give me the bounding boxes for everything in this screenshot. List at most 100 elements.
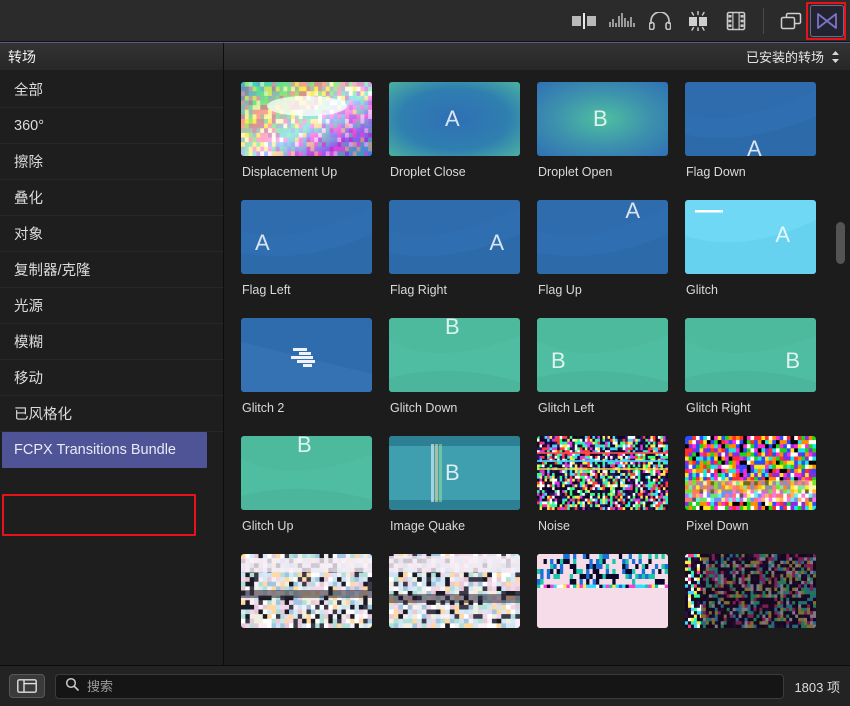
sidebar-item-1[interactable]: 360° bbox=[0, 108, 223, 144]
transition-thumbnail[interactable]: A bbox=[389, 200, 520, 274]
sidebar-item-8[interactable]: 移动 bbox=[0, 360, 223, 396]
sidebar-item-selected[interactable]: FCPX Transitions Bundle bbox=[2, 432, 207, 468]
transition-thumbnail[interactable]: B bbox=[685, 318, 816, 392]
transition-label bbox=[537, 628, 668, 658]
transition-label: Displacement Up bbox=[242, 165, 338, 179]
thumbnail-overlay-letter: A bbox=[775, 222, 790, 247]
transition-item[interactable]: B Glitch Left bbox=[537, 318, 668, 436]
transition-thumbnail[interactable] bbox=[389, 554, 520, 628]
content-header: 已安装的转场 bbox=[224, 43, 850, 70]
transition-thumbnail[interactable]: B bbox=[537, 318, 668, 392]
transition-item[interactable]: Displacement Up bbox=[241, 82, 372, 200]
transition-item[interactable]: B Glitch Down bbox=[389, 318, 520, 436]
top-toolbar bbox=[0, 0, 850, 42]
headphones-icon[interactable] bbox=[641, 6, 679, 36]
vertical-scrollbar[interactable] bbox=[834, 70, 847, 665]
transition-item[interactable]: A Flag Down bbox=[685, 82, 816, 200]
transition-thumbnail[interactable]: A bbox=[537, 200, 668, 274]
transition-item[interactable]: A Flag Up bbox=[537, 200, 668, 318]
audio-meters-icon[interactable] bbox=[603, 6, 641, 36]
transitions-browser-window: 转场 已安装的转场 全部 360° 擦除叠化对象 复制器/克隆光源模糊移动已风格化 FC… bbox=[0, 0, 850, 706]
transition-thumbnail[interactable]: A bbox=[389, 82, 520, 156]
transition-thumbnail[interactable]: B bbox=[537, 82, 668, 156]
sidebar-item-9[interactable]: 已风格化 bbox=[0, 396, 223, 432]
thumbnail-overlay-letter: A bbox=[255, 230, 270, 255]
titles-generators-icon[interactable] bbox=[679, 6, 717, 36]
thumbnail-overlay-letter: A bbox=[747, 136, 762, 156]
transition-item[interactable]: A Glitch bbox=[685, 200, 816, 318]
transition-item[interactable]: B Glitch Up bbox=[241, 436, 372, 554]
transition-label: Flag Down bbox=[686, 165, 746, 179]
sidebar-item-label: 移动 bbox=[14, 371, 43, 387]
thumbnail-overlay-letter: B bbox=[593, 106, 608, 131]
browser-body: 全部 360° 擦除叠化对象 复制器/克隆光源模糊移动已风格化 FCPX Transit… bbox=[0, 70, 850, 665]
transition-item[interactable] bbox=[389, 554, 520, 658]
transition-thumbnail[interactable]: B bbox=[389, 436, 520, 510]
transition-thumbnail[interactable]: B bbox=[389, 318, 520, 392]
sidebar-item-6[interactable]: 光源 bbox=[0, 288, 223, 324]
transitions-grid: Displacement Up A Droplet Close B Droplet … bbox=[224, 70, 850, 658]
transition-item[interactable]: Glitch 2 bbox=[241, 318, 372, 436]
transition-item[interactable]: B Droplet Open bbox=[537, 82, 668, 200]
transition-label: Flag Up bbox=[538, 283, 582, 297]
transition-item[interactable] bbox=[537, 554, 668, 658]
transitions-panel-icon[interactable] bbox=[810, 4, 844, 37]
transition-thumbnail[interactable]: A bbox=[685, 200, 816, 274]
page-title: 转场 bbox=[8, 48, 36, 65]
thumbnail-overlay-letter: B bbox=[551, 348, 566, 373]
transition-thumbnail[interactable] bbox=[685, 436, 816, 510]
transition-thumbnail[interactable] bbox=[241, 554, 372, 628]
thumbnail-overlay-letter: A bbox=[489, 230, 504, 255]
thumbnail-overlay-letter: B bbox=[445, 460, 460, 485]
scrollbar-thumb[interactable] bbox=[836, 222, 845, 264]
item-count-label: 1803 项 bbox=[794, 679, 840, 695]
transition-item[interactable]: A Droplet Close bbox=[389, 82, 520, 200]
transition-thumbnail[interactable] bbox=[241, 82, 372, 156]
transition-thumbnail[interactable]: A bbox=[241, 200, 372, 274]
transition-item[interactable]: Noise bbox=[537, 436, 668, 554]
transition-thumbnail[interactable] bbox=[241, 318, 372, 392]
sidebar-item-7[interactable]: 模糊 bbox=[0, 324, 223, 360]
sidebar-item-5[interactable]: 复制器/克隆 bbox=[0, 252, 223, 288]
transition-label bbox=[389, 628, 520, 658]
chevron-updown-icon[interactable] bbox=[831, 50, 840, 64]
transitions-browser-icon[interactable] bbox=[565, 6, 603, 36]
transition-item[interactable]: B Image Quake bbox=[389, 436, 520, 554]
transition-item[interactable]: A Flag Right bbox=[389, 200, 520, 318]
sidebar-header: 转场 bbox=[0, 43, 224, 70]
transition-label: Glitch 2 bbox=[242, 401, 285, 415]
transition-label: Droplet Close bbox=[390, 165, 466, 179]
transition-label: Glitch Down bbox=[390, 401, 458, 415]
browser-header: 转场 已安装的转场 bbox=[0, 42, 850, 70]
search-icon bbox=[65, 677, 79, 696]
transition-thumbnail[interactable] bbox=[685, 554, 816, 628]
transition-thumbnail[interactable]: B bbox=[241, 436, 372, 510]
transition-thumbnail[interactable]: A bbox=[685, 82, 816, 156]
transition-item[interactable]: A Flag Left bbox=[241, 200, 372, 318]
installed-filter-label[interactable]: 已安装的转场 bbox=[746, 47, 824, 66]
transition-item[interactable]: B Glitch Right bbox=[685, 318, 816, 436]
transition-thumbnail[interactable] bbox=[537, 554, 668, 628]
transition-item[interactable]: Pixel Down bbox=[685, 436, 816, 554]
media-browser-filmstrip-icon[interactable] bbox=[717, 6, 755, 36]
sidebar-item-label: 光源 bbox=[14, 299, 43, 315]
sidebar-item-label: 360° bbox=[14, 117, 44, 134]
transition-label: Flag Left bbox=[242, 283, 291, 297]
transition-thumbnail[interactable] bbox=[537, 436, 668, 510]
thumbnail-overlay-letter: B bbox=[785, 348, 800, 373]
transition-label: Pixel Down bbox=[686, 519, 749, 533]
window-layout-icon[interactable] bbox=[772, 6, 810, 36]
search-field[interactable] bbox=[55, 673, 785, 699]
transition-item[interactable] bbox=[241, 554, 372, 658]
sidebar-item-label: 擦除 bbox=[14, 155, 43, 171]
sidebar-item-3[interactable]: 叠化 bbox=[0, 180, 223, 216]
thumbnail-overlay-letter: B bbox=[297, 436, 312, 457]
transition-item[interactable] bbox=[685, 554, 816, 658]
sidebar-toggle-icon[interactable] bbox=[9, 674, 45, 698]
sidebar-item-2[interactable]: 擦除 bbox=[0, 144, 223, 180]
sidebar-item-0[interactable]: 全部 bbox=[0, 72, 223, 108]
transition-label bbox=[241, 628, 372, 658]
search-input[interactable] bbox=[87, 678, 775, 694]
sidebar-item-label: 叠化 bbox=[14, 191, 43, 207]
sidebar-item-4[interactable]: 对象 bbox=[0, 216, 223, 252]
